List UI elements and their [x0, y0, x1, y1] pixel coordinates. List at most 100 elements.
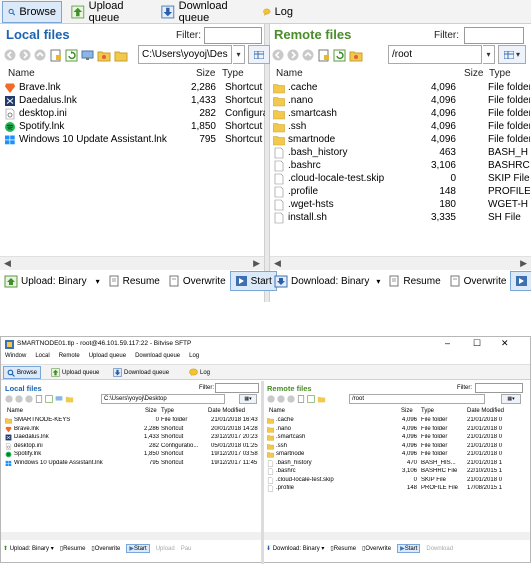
forward-icon[interactable]: [277, 395, 285, 403]
desktop-icon[interactable]: [55, 395, 63, 403]
file-row[interactable]: .nano 4,096 File folder: [273, 94, 530, 107]
local-view-toggle[interactable]: ▦▾: [239, 394, 257, 404]
menu-window[interactable]: Window: [5, 353, 26, 363]
remote-col-type[interactable]: Type: [421, 408, 434, 414]
file-row[interactable]: install.sh 3,335 SH File: [273, 211, 529, 224]
minimize-icon[interactable]: –: [445, 338, 450, 348]
bookmark-folder-icon[interactable]: [97, 49, 111, 62]
desktop-icon[interactable]: [81, 49, 94, 62]
log-button[interactable]: Log: [189, 366, 210, 379]
forward-icon[interactable]: [15, 395, 23, 403]
file-row[interactable]: smartnode 4,096 File folder: [273, 133, 530, 146]
file-row[interactable]: Windows 10 Update Assistant.lnk 795 Shortc…: [4, 133, 262, 146]
upload-resume-button[interactable]: ▯Resume: [60, 545, 86, 552]
upload-queue-button[interactable]: Upload queue: [66, 0, 152, 24]
remote-hscrollbar[interactable]: ◀ ▶: [270, 256, 531, 270]
file-row[interactable]: .ssh 4,096 File folder: [273, 120, 530, 133]
local-path-input[interactable]: C:\Users\yoyoj\Desktop: [101, 394, 225, 404]
new-file-icon[interactable]: [317, 49, 330, 62]
forward-icon[interactable]: [287, 49, 299, 61]
file-row[interactable]: .cloud-locale-test.skip 0 SKIP File: [273, 172, 530, 185]
local-col-name[interactable]: Name: [8, 68, 35, 79]
file-row[interactable]: .cache 4,096 File folder: [273, 81, 530, 94]
download-mode-select[interactable]: Download: Binary ▾: [270, 271, 384, 291]
file-row[interactable]: .bashrc 3,106 BASHRC File 22/10/2015 1: [267, 467, 529, 476]
local-filter-input[interactable]: [215, 383, 259, 393]
file-row[interactable]: smartnode 4,096 File folder 21/01/2018 0: [267, 450, 529, 459]
file-row[interactable]: .nano 4,096 File folder 21/01/2018 0: [267, 425, 529, 434]
remote-col-date[interactable]: Date Modified: [467, 408, 504, 414]
remote-col-name[interactable]: Name: [269, 408, 285, 414]
menu-local[interactable]: Local: [35, 353, 49, 363]
log-button[interactable]: Log: [258, 1, 298, 23]
refresh-icon[interactable]: [307, 395, 315, 403]
remote-filter-input[interactable]: [475, 383, 523, 393]
file-row[interactable]: Daedalus.lnk 1,433 Shortcut 23/12/2017 20:2…: [5, 433, 259, 442]
browse-button[interactable]: Browse: [2, 1, 62, 23]
file-row[interactable]: Brave.lnk 2,286 Shortcut 20/01/2018 14:28: [5, 425, 259, 434]
upload-mode-select[interactable]: Upload: Binary ▾: [0, 271, 104, 291]
file-row[interactable]: .bashrc 3,106 BASHRC: [273, 159, 530, 172]
up-icon[interactable]: [287, 395, 295, 403]
scroll-right-icon[interactable]: ▶: [253, 258, 260, 269]
upload-overwrite-button[interactable]: ▯Overwrite: [91, 545, 120, 552]
upload-mode-select[interactable]: ⬆ Upload: Binary ▾: [3, 545, 54, 552]
bookmark-folder-icon[interactable]: [317, 395, 326, 403]
bookmark-folder-icon[interactable]: [349, 49, 363, 62]
menu-upload-queue[interactable]: Upload queue: [89, 353, 126, 363]
file-row[interactable]: .cloud-locale-test.skip 0 SKIP File 21/01/2…: [267, 476, 529, 485]
download-queue-button[interactable]: Download queue: [113, 366, 169, 379]
download-mode-select[interactable]: ⬇ Download: Binary ▾: [266, 545, 324, 552]
file-row[interactable]: .ssh 4,096 File folder 21/01/2018 0: [267, 442, 529, 451]
remote-path-input[interactable]: /root: [349, 394, 485, 404]
file-row[interactable]: .bash_history 470 BASH_HIS... 21/01/2018 1: [267, 459, 529, 468]
upload-overwrite-button[interactable]: Overwrite: [164, 271, 230, 291]
scroll-left-icon[interactable]: ◀: [274, 258, 281, 269]
download-start-button[interactable]: ▶Start: [397, 544, 421, 553]
browse-button[interactable]: Browse: [3, 366, 42, 379]
menu-remote[interactable]: Remote: [59, 353, 80, 363]
upload-button[interactable]: Upload: [156, 546, 175, 552]
refresh-icon[interactable]: [65, 49, 78, 62]
new-folder-icon[interactable]: [65, 395, 74, 403]
new-file-icon[interactable]: [35, 395, 43, 403]
local-col-type[interactable]: Type: [161, 408, 174, 414]
remote-filter-input[interactable]: [464, 27, 524, 44]
upload-start-button[interactable]: ▶Start: [126, 544, 150, 553]
local-col-name[interactable]: Name: [7, 408, 23, 414]
forward-icon[interactable]: [19, 49, 31, 61]
file-row[interactable]: Windows 10 Update Assistant.lnk 795 Shortc…: [5, 459, 259, 468]
remote-view-toggle[interactable]: ▦▾: [501, 394, 521, 404]
remote-col-size[interactable]: Size: [464, 68, 483, 79]
up-icon[interactable]: [302, 49, 314, 61]
download-start-button[interactable]: S: [510, 271, 531, 291]
file-row[interactable]: Brave.lnk 2,286 Shortcut: [4, 81, 262, 94]
new-folder-icon[interactable]: [114, 49, 128, 62]
download-overwrite-button[interactable]: ▯Overwrite: [362, 545, 391, 552]
local-col-date[interactable]: Date Modified: [208, 408, 245, 414]
local-hscrollbar[interactable]: ◀ ▶: [0, 256, 264, 270]
menu-log[interactable]: Log: [189, 353, 199, 363]
menu-download-queue[interactable]: Download queue: [135, 353, 180, 363]
download-overwrite-button[interactable]: Overwrite: [445, 271, 511, 291]
file-row[interactable]: .profile 148 PROFILE: [273, 185, 530, 198]
local-filter-input[interactable]: [204, 27, 262, 44]
back-icon[interactable]: [5, 395, 13, 403]
file-row[interactable]: SMARTNODE-KEYS 0 File folder 21/01/2018 16:…: [5, 416, 259, 425]
back-icon[interactable]: [267, 395, 275, 403]
file-row[interactable]: Daedalus.lnk 1,433 Shortcut: [4, 94, 262, 107]
file-row[interactable]: desktop.ini 282 Configuratio... 05/01/2018 …: [5, 442, 259, 451]
download-queue-button[interactable]: Download queue: [156, 0, 254, 24]
new-file-icon[interactable]: [297, 395, 305, 403]
file-row[interactable]: Spotify.lnk 1,850 Shortcut 19/12/2017 03:58: [5, 450, 259, 459]
pause-button[interactable]: Pau: [181, 546, 192, 552]
file-row[interactable]: .cache 4,096 File folder 21/01/2018 0: [267, 416, 529, 425]
local-col-type[interactable]: Type: [222, 68, 244, 79]
maximize-icon[interactable]: ☐: [473, 338, 481, 349]
local-col-size[interactable]: Size: [196, 68, 215, 79]
remote-hscrollbar[interactable]: [264, 532, 530, 540]
scroll-left-icon[interactable]: ◀: [4, 258, 11, 269]
file-row[interactable]: .profile 148 PROFILE File 17/08/2015 1: [267, 484, 529, 493]
up-icon[interactable]: [25, 395, 33, 403]
local-hscrollbar[interactable]: [1, 532, 261, 540]
